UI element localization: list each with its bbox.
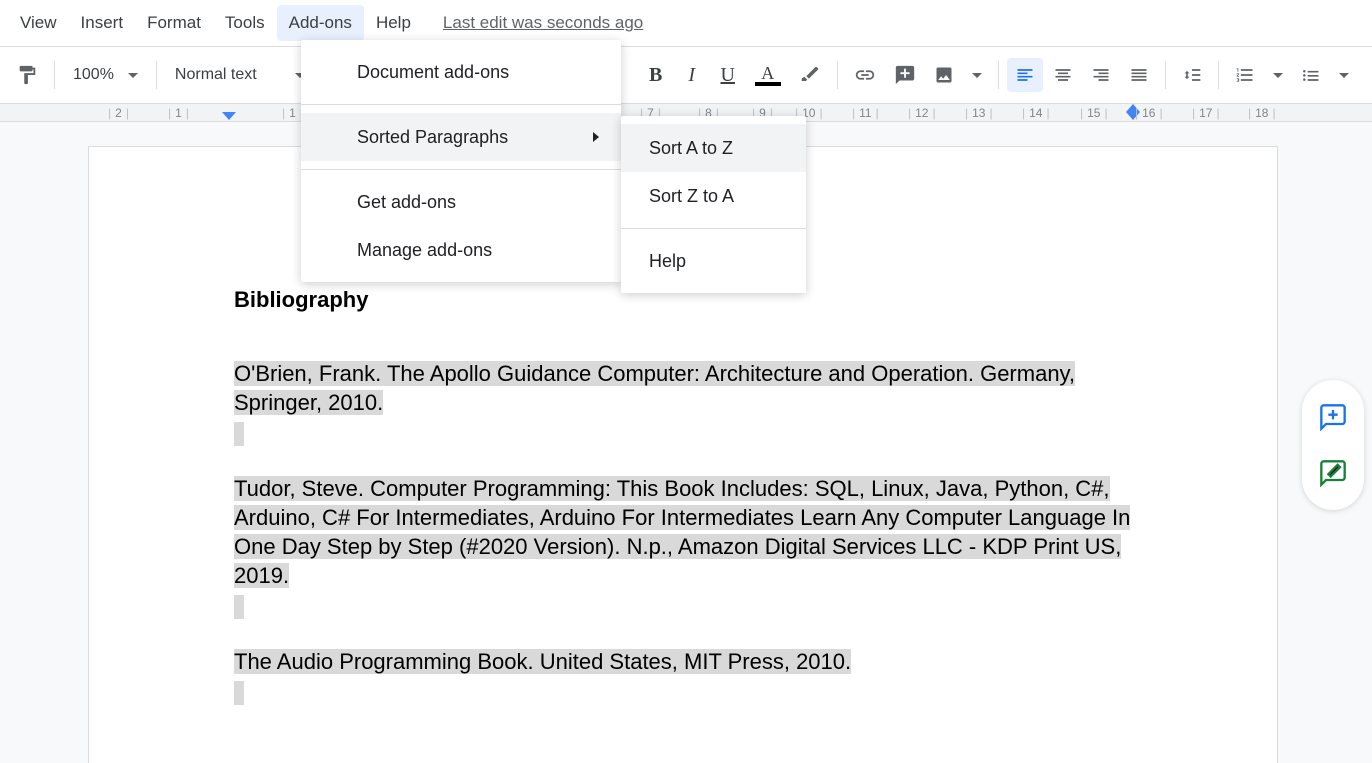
separator bbox=[998, 61, 999, 89]
menu-item-document-addons[interactable]: Document add-ons bbox=[301, 48, 621, 96]
menu-item-sorted-paragraphs[interactable]: Sorted Paragraphs bbox=[301, 113, 621, 161]
addons-menu: Document add-ons Sorted Paragraphs Get a… bbox=[301, 40, 621, 282]
bulleted-list-button[interactable] bbox=[1293, 58, 1329, 92]
menu-tools[interactable]: Tools bbox=[213, 5, 277, 41]
zoom-value: 100% bbox=[73, 66, 114, 84]
ruler-tick: |1| bbox=[168, 104, 189, 122]
separator bbox=[54, 61, 55, 89]
menu-view[interactable]: View bbox=[8, 5, 69, 41]
separator bbox=[301, 169, 621, 170]
text-color-swatch bbox=[755, 82, 781, 86]
last-edit-label[interactable]: Last edit was seconds ago bbox=[443, 13, 643, 33]
underline-button[interactable]: U bbox=[711, 58, 745, 92]
menu-insert[interactable]: Insert bbox=[69, 5, 136, 41]
ruler-tick: |13| bbox=[965, 104, 993, 122]
insert-link-button[interactable] bbox=[846, 58, 884, 92]
numbered-list-caret[interactable] bbox=[1265, 58, 1291, 92]
menu-item-sort-az[interactable]: Sort A to Z bbox=[621, 124, 806, 172]
highlight-button[interactable] bbox=[791, 58, 829, 92]
ruler-tick: |14| bbox=[1022, 104, 1050, 122]
menu-item-get-addons[interactable]: Get add-ons bbox=[301, 178, 621, 226]
ruler-tick: |2| bbox=[108, 104, 129, 122]
italic-button[interactable]: I bbox=[675, 58, 709, 92]
separator bbox=[1165, 61, 1166, 89]
image-menu-caret[interactable] bbox=[964, 58, 990, 92]
text-color-button[interactable]: A bbox=[747, 58, 789, 92]
separator bbox=[301, 104, 621, 105]
chevron-right-icon bbox=[593, 132, 599, 142]
ruler-tick: |15| bbox=[1080, 104, 1108, 122]
add-comment-button[interactable] bbox=[886, 58, 924, 92]
menubar: View Insert Format Tools Add-ons Help La… bbox=[0, 0, 1372, 46]
line-spacing-button[interactable] bbox=[1174, 58, 1210, 92]
ruler-tick: |18| bbox=[1248, 104, 1276, 122]
menu-item-label: Sorted Paragraphs bbox=[357, 127, 508, 148]
sorted-paragraphs-submenu: Sort A to Z Sort Z to A Help bbox=[621, 116, 806, 293]
insert-image-button[interactable] bbox=[926, 58, 962, 92]
bold-button[interactable]: B bbox=[639, 58, 673, 92]
style-value: Normal text bbox=[175, 66, 257, 84]
left-indent-marker[interactable] bbox=[222, 112, 236, 120]
menu-item-help[interactable]: Help bbox=[621, 237, 806, 285]
menu-format[interactable]: Format bbox=[135, 5, 213, 41]
align-justify-button[interactable] bbox=[1121, 58, 1157, 92]
menu-item-sort-za[interactable]: Sort Z to A bbox=[621, 172, 806, 220]
numbered-list-button[interactable] bbox=[1227, 58, 1263, 92]
separator bbox=[1218, 61, 1219, 89]
separator bbox=[156, 61, 157, 89]
menu-addons[interactable]: Add-ons bbox=[277, 5, 364, 41]
toolbar: 100% Normal text B I U A bbox=[0, 46, 1372, 104]
align-left-button[interactable] bbox=[1007, 58, 1043, 92]
zoom-select[interactable]: 100% bbox=[63, 60, 148, 90]
menu-item-manage-addons[interactable]: Manage add-ons bbox=[301, 226, 621, 274]
chevron-down-icon bbox=[128, 73, 138, 78]
ruler-tick: |1| bbox=[282, 104, 303, 122]
ruler-tick: |11| bbox=[852, 104, 879, 122]
separator bbox=[837, 61, 838, 89]
ruler-tick: |17| bbox=[1192, 104, 1220, 122]
side-comment-tools bbox=[1302, 380, 1364, 510]
ruler-tick: |16| bbox=[1135, 104, 1163, 122]
paint-format-icon[interactable] bbox=[8, 58, 46, 92]
menu-help[interactable]: Help bbox=[364, 5, 423, 41]
suggest-edits-icon[interactable] bbox=[1319, 459, 1347, 487]
ruler-tick: |12| bbox=[908, 104, 936, 122]
paragraph: Tudor, Steve. Computer Programming: This… bbox=[234, 474, 1157, 619]
bulleted-list-caret[interactable] bbox=[1331, 58, 1357, 92]
paragraph: O'Brien, Frank. The Apollo Guidance Comp… bbox=[234, 359, 1157, 446]
separator bbox=[621, 228, 806, 229]
align-right-button[interactable] bbox=[1083, 58, 1119, 92]
paragraph: The Audio Programming Book. United State… bbox=[234, 647, 1157, 705]
paragraph-style-select[interactable]: Normal text bbox=[165, 60, 315, 90]
align-center-button[interactable] bbox=[1045, 58, 1081, 92]
add-comment-icon[interactable] bbox=[1319, 403, 1347, 431]
